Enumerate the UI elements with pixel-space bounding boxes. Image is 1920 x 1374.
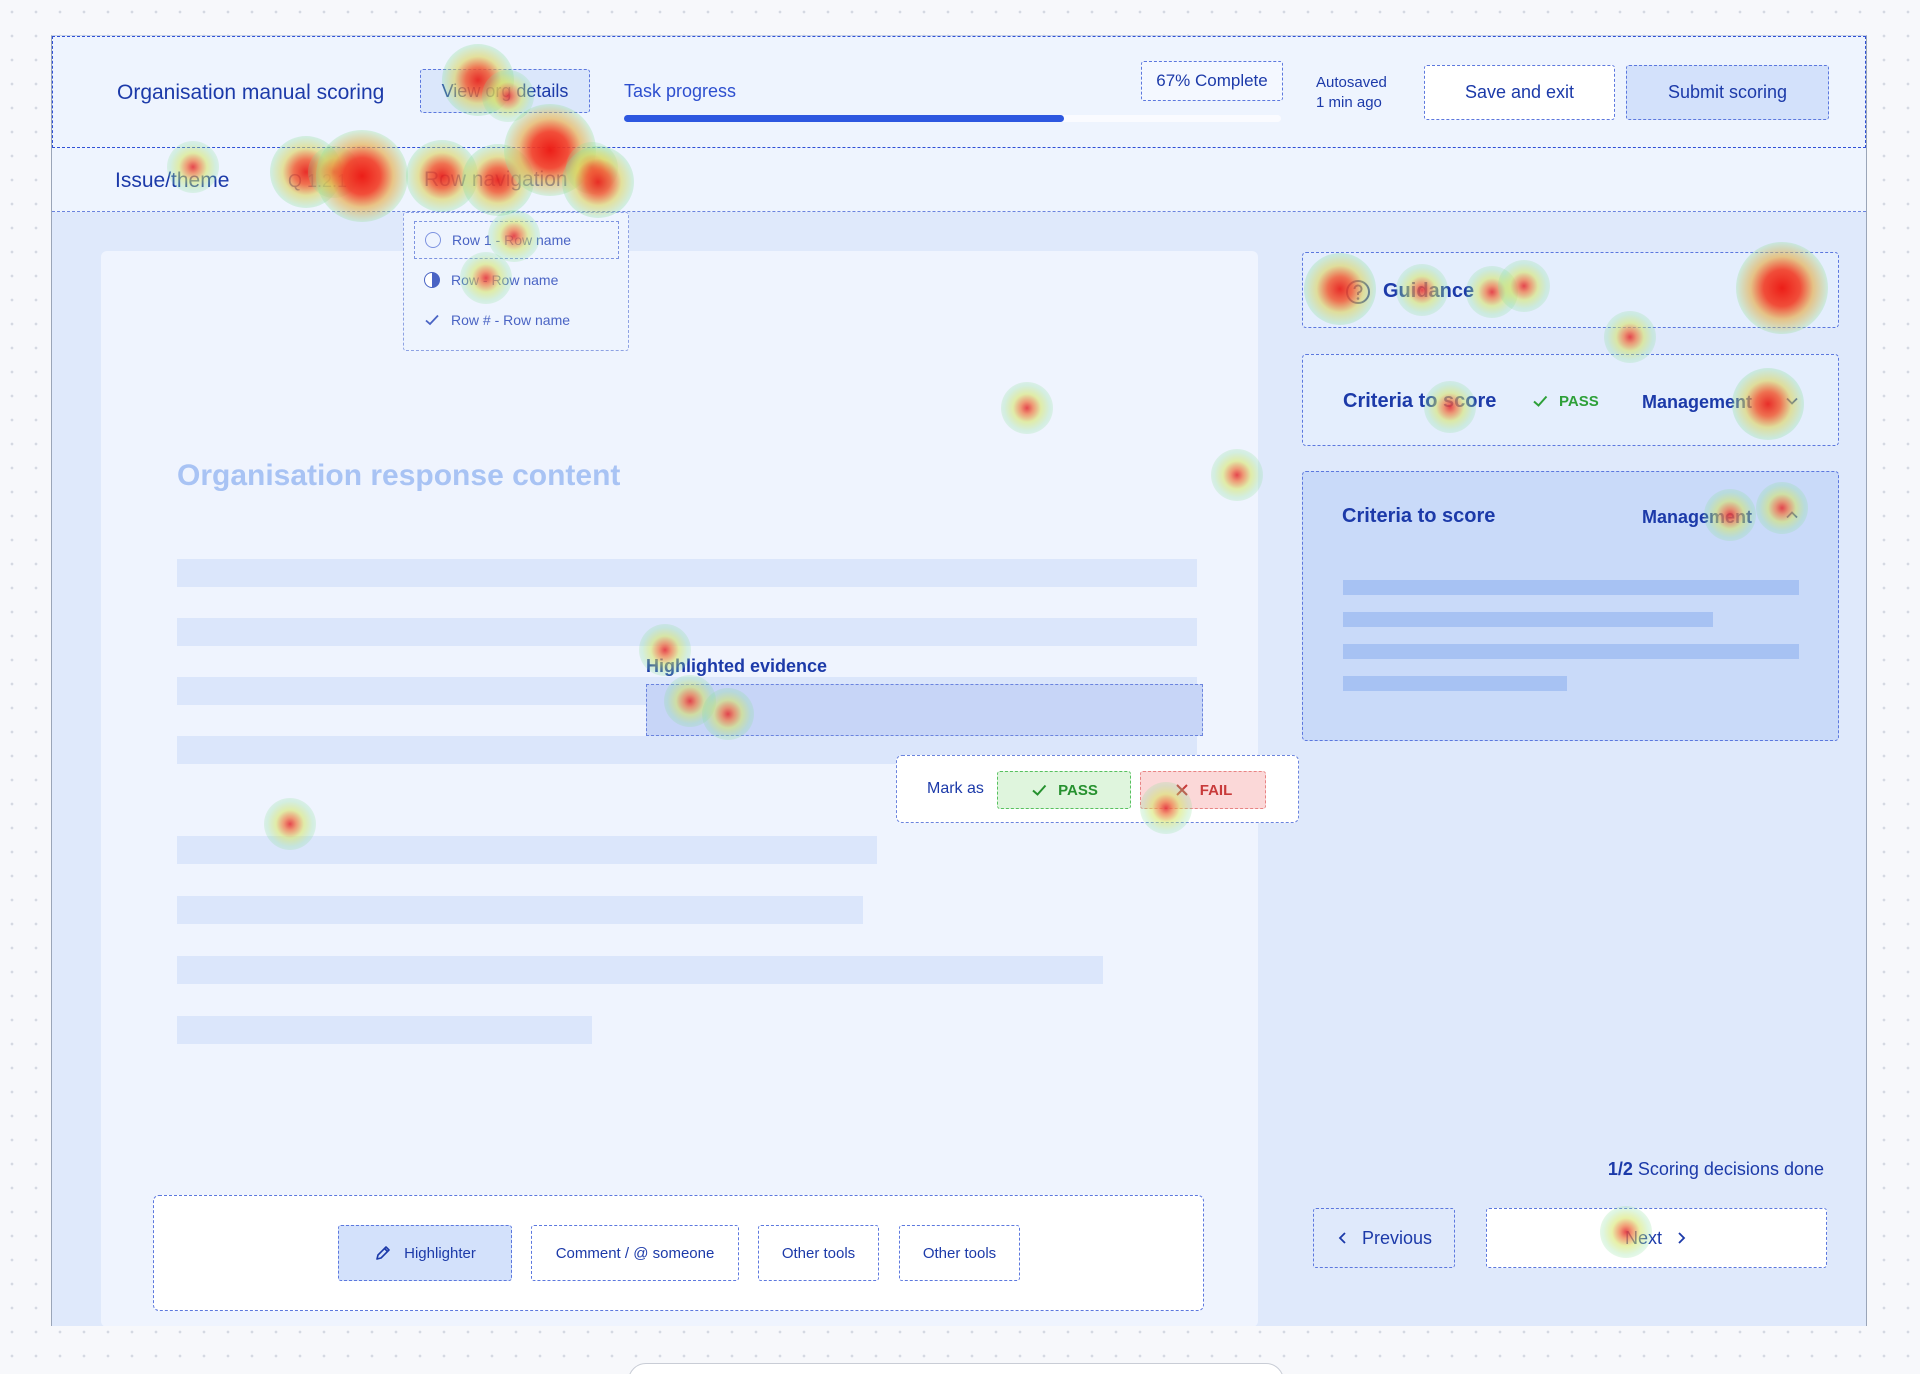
issue-theme-label: Issue/theme bbox=[115, 169, 230, 192]
scoring-app-frame: Organisation manual scoring View org det… bbox=[51, 35, 1867, 1326]
text-placeholder-line bbox=[177, 1016, 592, 1044]
highlighted-evidence[interactable] bbox=[646, 684, 1203, 736]
criteria-category: Management bbox=[1642, 392, 1753, 412]
next-label: Next bbox=[1624, 1227, 1662, 1248]
row-menu-item-label: Row - Row name bbox=[451, 272, 559, 288]
mark-as-label: Mark as bbox=[927, 780, 984, 797]
criteria-title: Criteria to score bbox=[1342, 505, 1496, 527]
scoring-decisions-status: 1/2 Scoring decisions done bbox=[1608, 1159, 1824, 1180]
criteria-pass-label: PASS bbox=[1559, 392, 1599, 410]
criteria-placeholder-line bbox=[1343, 580, 1799, 595]
row-menu-item-label: Row 1 - Row name bbox=[452, 232, 572, 248]
save-and-exit-button[interactable]: Save and exit bbox=[1424, 65, 1615, 120]
mark-fail-label: FAIL bbox=[1199, 781, 1233, 799]
submit-scoring-button[interactable]: Submit scoring bbox=[1626, 65, 1829, 120]
task-progress-label: Task progress bbox=[624, 81, 737, 101]
guidance-card[interactable]: Guidance bbox=[1302, 252, 1839, 328]
task-progress-bar bbox=[624, 115, 1281, 122]
row-menu-item[interactable]: Row - Row name bbox=[414, 261, 619, 299]
text-placeholder-line bbox=[177, 956, 1103, 984]
guidance-title: Guidance bbox=[1383, 280, 1475, 302]
row-menu-item-label: Row # - Row name bbox=[451, 312, 571, 328]
pencil-icon bbox=[376, 1246, 390, 1260]
chevron-right-icon bbox=[1678, 1232, 1686, 1244]
response-panel: Organisation response content Highlighte… bbox=[101, 251, 1299, 1326]
cross-icon bbox=[1176, 784, 1188, 796]
issue-bar: Issue/theme Q 1.2.1 Row navigation bbox=[52, 148, 1866, 212]
chevron-up-icon[interactable] bbox=[1783, 506, 1801, 524]
task-progress-fill bbox=[624, 115, 1065, 122]
next-button[interactable]: Next bbox=[1486, 1208, 1827, 1268]
criteria-placeholder-line bbox=[1343, 676, 1567, 691]
previous-button[interactable]: Previous bbox=[1313, 1208, 1455, 1268]
chevron-left-icon bbox=[1338, 1232, 1346, 1244]
autosave-line-1: Autosaved bbox=[1316, 74, 1387, 91]
criteria-placeholder-line bbox=[1343, 612, 1713, 627]
text-placeholder-line bbox=[177, 559, 1197, 587]
response-title: Organisation response content bbox=[177, 459, 621, 492]
criteria-category: Management bbox=[1642, 507, 1753, 527]
criteria-card-collapsed[interactable]: Criteria to score PASS Management bbox=[1302, 354, 1839, 446]
mark-pass-button[interactable]: PASS bbox=[997, 771, 1131, 809]
highlighter-button[interactable]: Highlighter bbox=[338, 1225, 512, 1281]
empty-circle-icon bbox=[425, 232, 441, 248]
check-icon bbox=[1032, 784, 1047, 796]
check-icon bbox=[1533, 395, 1548, 407]
scoring-decisions-count: 1/2 bbox=[1607, 1159, 1633, 1179]
row-menu-item[interactable]: Row # - Row name bbox=[414, 301, 619, 339]
text-placeholder-line bbox=[177, 836, 877, 864]
other-tools-button[interactable]: Other tools bbox=[758, 1225, 879, 1281]
complete-badge: 67% Complete bbox=[1141, 61, 1283, 101]
mark-fail-button[interactable]: FAIL bbox=[1140, 771, 1266, 809]
row-navigation-menu: Row 1 - Row name Row - Row name Row # - … bbox=[403, 212, 629, 351]
mark-pass-label: PASS bbox=[1058, 781, 1098, 799]
half-circle-icon bbox=[424, 272, 440, 288]
highlighter-label: Highlighter bbox=[404, 1244, 476, 1262]
chevron-down-icon[interactable] bbox=[1783, 392, 1801, 410]
view-org-details-button[interactable]: View org details bbox=[420, 69, 590, 113]
text-placeholder-line bbox=[177, 896, 863, 924]
criteria-pass-status: PASS bbox=[1531, 392, 1599, 410]
scoring-decisions-text: Scoring decisions done bbox=[1637, 1159, 1824, 1179]
row-menu-item[interactable]: Row 1 - Row name bbox=[414, 221, 619, 259]
app-title: Organisation manual scoring bbox=[117, 81, 385, 104]
comment-button[interactable]: Comment / @ someone bbox=[531, 1225, 739, 1281]
previous-label: Previous bbox=[1361, 1227, 1433, 1248]
highlighted-evidence-label: Highlighted evidence bbox=[646, 656, 828, 676]
criteria-placeholder-line bbox=[1343, 644, 1799, 659]
criteria-title: Criteria to score bbox=[1343, 390, 1497, 412]
row-navigation-dropdown[interactable]: Row navigation bbox=[424, 168, 568, 192]
issue-code[interactable]: Q 1.2.1 bbox=[288, 171, 347, 192]
bottom-tab bbox=[628, 1363, 1284, 1374]
text-placeholder-line bbox=[177, 618, 1197, 646]
autosave-status: Autosaved 1 min ago bbox=[1316, 73, 1387, 113]
question-circle-icon bbox=[1346, 280, 1370, 304]
top-bar: Organisation manual scoring View org det… bbox=[52, 36, 1866, 148]
other-tools-button[interactable]: Other tools bbox=[899, 1225, 1020, 1281]
autosave-line-2: 1 min ago bbox=[1316, 94, 1382, 111]
check-icon bbox=[424, 312, 440, 328]
mark-as-popover: Mark as PASS FAIL bbox=[896, 755, 1299, 823]
annotation-toolbar: Highlighter Comment / @ someone Other to… bbox=[153, 1195, 1204, 1311]
criteria-card-expanded: Criteria to score Management bbox=[1302, 471, 1839, 741]
